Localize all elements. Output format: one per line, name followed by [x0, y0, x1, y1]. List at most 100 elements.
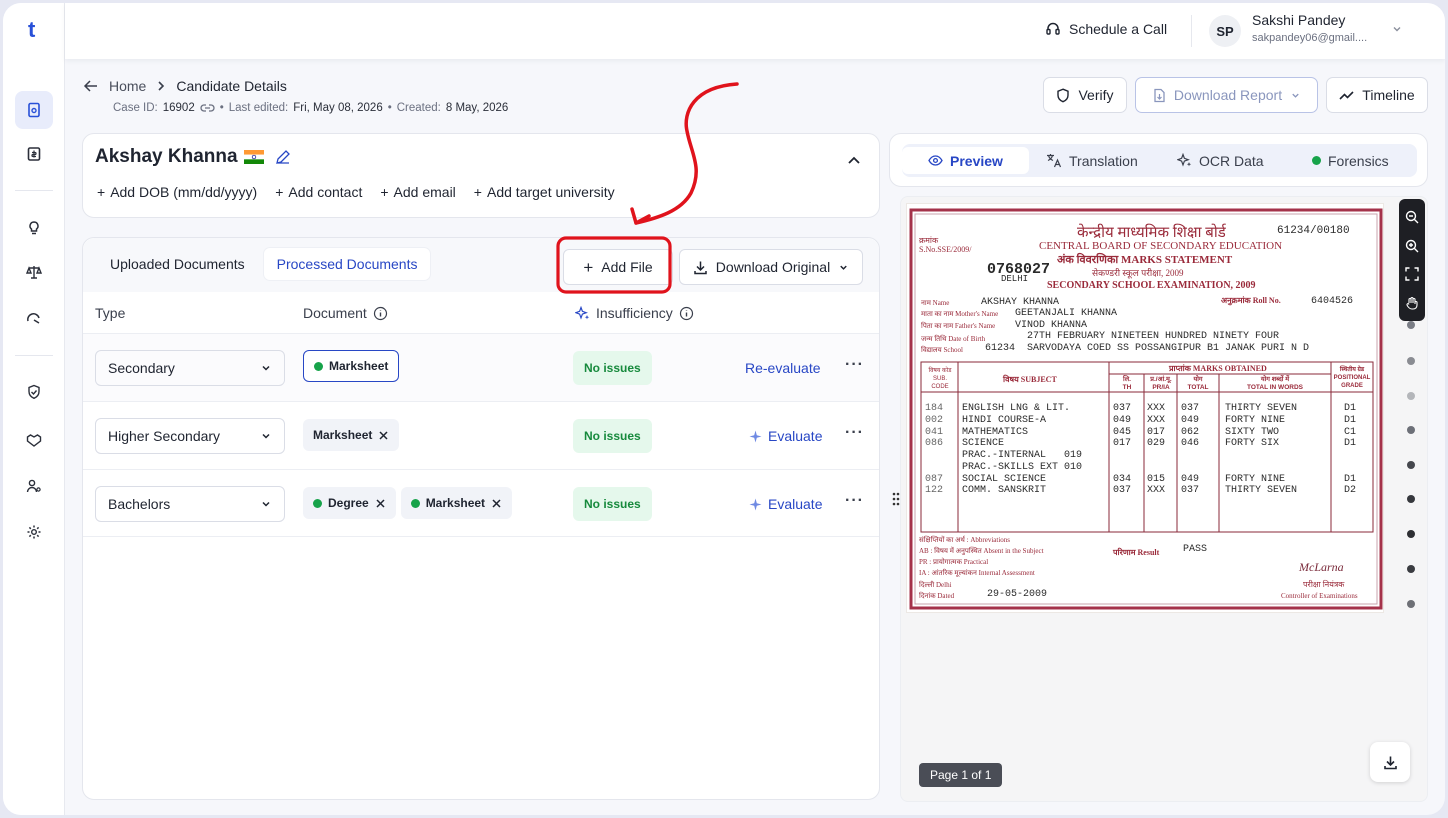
- subject-total: 062: [1181, 426, 1200, 438]
- tab-translation[interactable]: Translation: [1046, 147, 1138, 174]
- chevron-down-icon: [262, 501, 270, 507]
- more-options-icon[interactable]: ···: [845, 492, 864, 510]
- last-edited: Fri, May 08, 2026: [293, 102, 383, 114]
- tab-preview[interactable]: Preview: [902, 147, 1029, 174]
- add-target-university-button[interactable]: + Add target university: [474, 184, 615, 200]
- billing-nav-icon[interactable]: [15, 135, 53, 173]
- info-icon[interactable]: [679, 306, 694, 321]
- chevron-up-icon[interactable]: [846, 152, 862, 168]
- subject-th: 037: [1113, 403, 1132, 414]
- file-download-icon: [1154, 88, 1165, 102]
- lightbulb-nav-icon[interactable]: [15, 209, 53, 247]
- zoom-out-icon[interactable]: [1405, 210, 1419, 224]
- school-label: विद्यालय School: [921, 346, 963, 354]
- download-preview-button[interactable]: [1370, 742, 1410, 782]
- more-options-icon[interactable]: ···: [845, 356, 864, 374]
- chevron-down-icon: [262, 365, 270, 371]
- page-indicator: Page 1 of 1: [919, 763, 1003, 787]
- gear-icon[interactable]: [15, 513, 53, 551]
- documents-nav-icon[interactable]: [15, 91, 53, 129]
- back-arrow-icon[interactable]: [83, 79, 99, 93]
- hand-pan-icon[interactable]: [1405, 296, 1419, 310]
- case-id-label: Case ID:: [113, 102, 158, 114]
- father-name: VINOD KHANNA: [1015, 320, 1088, 331]
- evaluate-button[interactable]: Evaluate: [749, 496, 822, 512]
- header-text: योग शब्दों में: [1260, 376, 1290, 383]
- document-type-select[interactable]: Secondary: [95, 350, 285, 386]
- handshake-nav-icon[interactable]: [15, 421, 53, 459]
- breadcrumb-current: Candidate Details: [176, 78, 287, 94]
- tab-forensics-label: Forensics: [1328, 152, 1389, 169]
- sparkle-icon: [1177, 153, 1192, 167]
- sparkle-icon: [575, 305, 590, 320]
- document-chip[interactable]: Degree: [303, 487, 396, 519]
- breadcrumb-home[interactable]: Home: [109, 78, 146, 94]
- subject-row: 122 COMM. SANSKRIT 037 XXX 037 THIRTY SEVEN D2: [907, 485, 1383, 497]
- meta-separator: •: [387, 102, 392, 114]
- download-original-button[interactable]: Download Original: [679, 249, 863, 285]
- meta-separator: •: [219, 102, 224, 114]
- app-logo[interactable]: t: [28, 17, 35, 43]
- case-id: 16902: [162, 102, 195, 114]
- board-name-english: CENTRAL BOARD OF SECONDARY EDUCATION: [1039, 240, 1283, 252]
- tab-forensics[interactable]: Forensics: [1312, 147, 1389, 174]
- user-settings-nav-icon[interactable]: [15, 467, 53, 505]
- tab-ocr-data[interactable]: OCR Data: [1177, 147, 1264, 174]
- translate-icon: [1047, 154, 1062, 168]
- add-file-button[interactable]: + Add File: [563, 249, 673, 285]
- timeline-button[interactable]: Timeline: [1326, 77, 1428, 113]
- schedule-call-button[interactable]: Schedule a Call: [1045, 21, 1167, 37]
- chip-label: Marksheet: [329, 359, 389, 373]
- document-chip[interactable]: Marksheet: [303, 419, 400, 451]
- tab-processed-documents[interactable]: Processed Documents: [263, 248, 431, 280]
- evaluate-button[interactable]: Evaluate: [749, 428, 822, 444]
- subject-code: 122: [925, 485, 944, 497]
- document-chips: Marksheet: [303, 419, 400, 451]
- resize-handle-icon[interactable]: [892, 492, 900, 506]
- header-text: POSITIONAL: [1333, 375, 1371, 381]
- add-email-button[interactable]: + Add email: [380, 184, 455, 200]
- scales-nav-icon[interactable]: [15, 253, 53, 291]
- avatar[interactable]: SP: [1209, 15, 1241, 47]
- subject-row: 184 ENGLISH LNG & LIT. 037 XXX 037 THIRTY SEV…: [907, 403, 1383, 415]
- analytics-nav-icon[interactable]: [15, 301, 53, 339]
- close-icon[interactable]: [378, 430, 389, 441]
- subject-row: PRAC.-SKILLS EXT 010: [907, 462, 1383, 474]
- document-chip[interactable]: Marksheet: [400, 487, 513, 519]
- header-text: लि.: [1123, 376, 1131, 383]
- add-contact-button[interactable]: + Add contact: [275, 184, 362, 200]
- document-chips: Degree Marksheet: [303, 487, 513, 519]
- close-icon[interactable]: [491, 498, 502, 509]
- chevron-down-icon[interactable]: [1391, 23, 1403, 35]
- edit-pencil-icon[interactable]: [274, 148, 292, 166]
- app-frame: t Schedule a Call SP Sakshi Pandey sakpa…: [3, 3, 1445, 815]
- subject-name: ENGLISH LNG & LIT.: [962, 403, 1071, 414]
- shield-check-nav-icon[interactable]: [15, 373, 53, 411]
- zoom-in-icon[interactable]: [1405, 239, 1419, 253]
- subject-code: 087: [925, 473, 944, 485]
- fit-screen-icon[interactable]: [1405, 267, 1419, 281]
- father-name-label: पिता का नाम Father's Name: [921, 322, 996, 330]
- re-evaluate-button[interactable]: Re-evaluate: [745, 360, 821, 376]
- subject-row: 087 SOCIAL SCIENCE 034 015 049 FORTY NINE D1: [907, 473, 1383, 486]
- subject-pr: 017: [1147, 426, 1166, 438]
- subject-total: 046: [1181, 438, 1200, 450]
- add-dob-label: Add DOB (mm/dd/yyyy): [110, 184, 258, 200]
- document-type-select[interactable]: Higher Secondary: [95, 418, 285, 454]
- subject-words: SIXTY TWO: [1225, 426, 1280, 438]
- tab-uploaded-documents[interactable]: Uploaded Documents: [97, 248, 258, 280]
- more-options-icon[interactable]: ···: [845, 424, 864, 442]
- document-type-value: Secondary: [108, 360, 175, 376]
- verify-button[interactable]: Verify: [1043, 77, 1127, 113]
- document-type-select[interactable]: Bachelors: [95, 486, 285, 522]
- document-chip[interactable]: Marksheet: [303, 350, 400, 382]
- sparkle-icon: [749, 430, 762, 442]
- link-icon[interactable]: [200, 103, 215, 113]
- subject-name: SOCIAL SCIENCE: [962, 473, 1047, 485]
- info-icon[interactable]: [373, 306, 388, 321]
- subject-pr: XXX: [1147, 485, 1166, 497]
- close-icon[interactable]: [375, 498, 386, 509]
- table-row: Secondary Marksheet No issues Re-evaluat…: [83, 333, 879, 401]
- download-report-button[interactable]: Download Report: [1135, 77, 1318, 113]
- add-dob-button[interactable]: + Add DOB (mm/dd/yyyy): [97, 184, 257, 200]
